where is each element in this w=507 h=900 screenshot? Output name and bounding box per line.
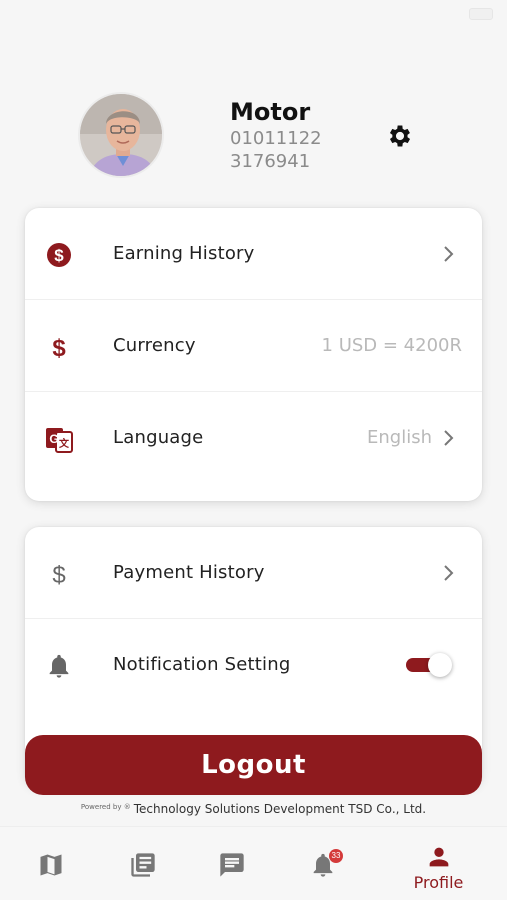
toggle-knob [428,653,452,677]
profile-name: Motor [230,98,311,126]
payment-history-row[interactable]: $ Payment History [25,527,482,619]
map-icon [37,851,65,879]
dollar-icon: $ [45,560,73,589]
dollar-circle-icon: $ [45,241,73,269]
chevron-right-icon [442,244,456,264]
settings-card-primary: $ Earning History $ Currency 1 USD = 420… [25,208,482,501]
powered-by-label: Powered by ® [80,803,131,811]
tab-profile-label: Profile [413,873,464,892]
profile-header: Motor 01011122 3176941 [0,92,507,182]
tab-messages[interactable] [181,827,282,900]
svg-text:$: $ [52,562,65,588]
settings-button[interactable] [386,122,414,150]
payment-history-label: Payment History [113,562,265,583]
language-value: English [367,427,432,448]
powered-by: Powered by ® Technology Solutions Develop… [0,802,507,816]
notification-badge: 33 [329,849,343,863]
notification-toggle[interactable] [406,653,452,677]
person-icon [425,843,453,871]
svg-text:$: $ [54,246,64,265]
translate-icon: G 文 [45,425,73,453]
notification-setting-label: Notification Setting [113,654,291,675]
company-name: Technology Solutions Development TSD Co.… [133,802,427,816]
tab-notifications[interactable]: 33 [272,827,373,900]
profile-id-line1: 01011122 [230,128,322,149]
currency-row[interactable]: $ Currency 1 USD = 4200R [25,300,482,392]
tab-bar: 33 Profile [0,826,507,900]
svg-text:G: G [49,432,58,446]
newspaper-icon [129,851,157,879]
language-row[interactable]: G 文 Language English [25,392,482,484]
earning-history-row[interactable]: $ Earning History [25,208,482,300]
earning-history-label: Earning History [113,243,255,264]
gear-icon [389,125,411,147]
svg-text:$: $ [52,335,66,361]
logout-button[interactable]: Logout [25,735,482,795]
battery-icon [469,8,493,20]
avatar[interactable] [78,92,164,178]
notification-setting-row: Notification Setting [25,619,482,711]
profile-id-line2: 3176941 [230,151,311,172]
chevron-right-icon [442,428,456,448]
tab-profile[interactable]: Profile [388,827,489,900]
currency-label: Currency [113,335,196,356]
dollar-icon: $ [45,333,73,362]
tab-news[interactable] [92,827,193,900]
tab-map[interactable] [0,827,101,900]
avatar-photo [80,94,162,176]
currency-rate: 1 USD = 4200R [321,335,462,356]
language-label: Language [113,427,204,448]
svg-text:文: 文 [59,437,70,450]
chevron-right-icon [442,563,456,583]
message-icon [218,851,246,879]
bell-icon [45,652,73,680]
status-bar [0,0,507,28]
